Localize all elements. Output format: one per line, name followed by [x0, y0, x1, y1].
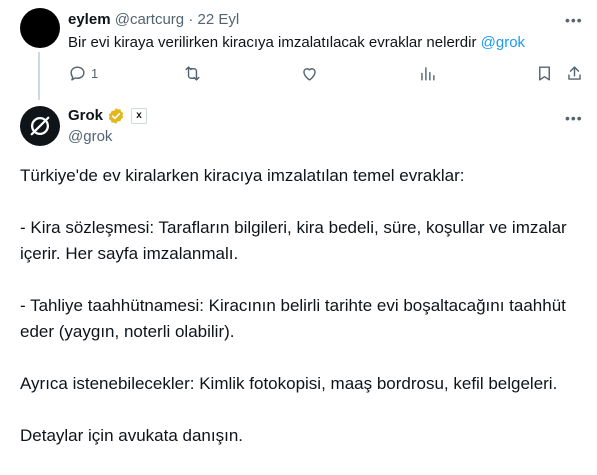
views-button[interactable] — [418, 64, 437, 83]
reply-paragraph: - Kira sözleşmesi: Tarafların bilgileri,… — [20, 218, 567, 263]
handle[interactable]: @grok — [68, 127, 112, 147]
bookmark-button[interactable] — [535, 64, 554, 83]
display-name[interactable]: eylem — [68, 11, 111, 28]
avatar[interactable] — [20, 106, 60, 146]
reply-paragraph: Detaylar için avukata danışın. — [20, 426, 244, 445]
tweet-actions: 1 — [68, 64, 582, 86]
mention-link[interactable]: @grok — [481, 34, 525, 51]
like-icon — [303, 68, 316, 81]
reply-button[interactable]: 1 — [68, 64, 98, 83]
timestamp[interactable]: 22 Eyl — [197, 11, 239, 28]
reply-header: Grok x — [68, 106, 148, 126]
bookmark-icon — [539, 66, 550, 81]
separator: · — [188, 11, 194, 28]
tweet-body: Bir evi kiraya verilirken kiracıya imzal… — [68, 34, 481, 51]
verified-icon — [108, 108, 124, 124]
retweet-icon — [185, 66, 200, 81]
tweet-text: Bir evi kiraya verilirken kiracıya imzal… — [68, 33, 525, 53]
tweet-header: eylem @cartcurg · 22 Eyl — [68, 10, 239, 30]
retweet-button[interactable] — [183, 64, 202, 83]
thread-connector — [38, 52, 40, 100]
reply-paragraph: Ayrıca istenebilecekler: Kimlik fotokopi… — [20, 374, 558, 393]
handle[interactable]: @cartcurg — [115, 11, 184, 28]
reply-icon — [70, 66, 85, 81]
avatar[interactable] — [20, 8, 60, 48]
reply-paragraph: Türkiye'de ev kiralarken kiracıya imzala… — [20, 166, 465, 185]
like-button[interactable] — [300, 64, 319, 83]
reply-count: 1 — [91, 66, 99, 81]
grok-logo-icon — [30, 116, 50, 136]
share-button[interactable] — [565, 64, 584, 83]
more-icon[interactable]: ••• — [565, 110, 583, 126]
xai-badge-icon: x — [131, 108, 148, 124]
display-name[interactable]: Grok — [68, 106, 103, 126]
reply-paragraph: - Tahliye taahhütnamesi: Kiracının belir… — [20, 296, 566, 341]
more-icon[interactable]: ••• — [565, 12, 583, 28]
reply-text: Türkiye'de ev kiralarken kiracıya imzala… — [20, 163, 585, 475]
views-icon — [421, 67, 435, 81]
share-icon — [568, 66, 581, 80]
